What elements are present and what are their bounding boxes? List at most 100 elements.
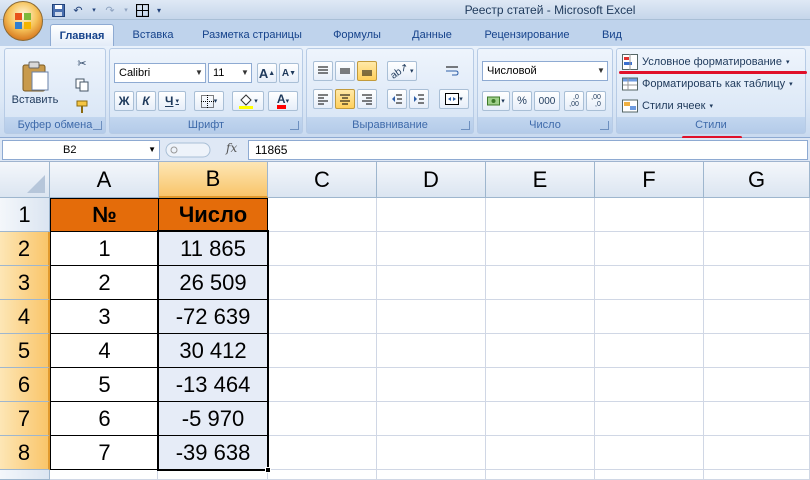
grow-font-button[interactable]: A ▲ [257,63,277,83]
cell-c8[interactable] [268,436,377,470]
cell-c5[interactable] [268,334,377,368]
column-header-a[interactable]: A [50,162,159,198]
cell-d7[interactable] [377,402,486,436]
cell-g7[interactable] [704,402,810,436]
cell-c9[interactable] [268,470,377,480]
column-header-g[interactable]: G [704,162,810,198]
cell-c7[interactable] [268,402,377,436]
cell-c3[interactable] [268,266,377,300]
cell-d3[interactable] [377,266,486,300]
font-size-select[interactable]: 11 ▼ [208,63,252,83]
cell-e9[interactable] [486,470,595,480]
cell-f6[interactable] [595,368,704,402]
cell-d6[interactable] [377,368,486,402]
cell-b8[interactable]: -39 638 [158,435,268,470]
cell-d5[interactable] [377,334,486,368]
row-header-5[interactable]: 5 [0,334,50,368]
format-as-table-button[interactable]: Форматировать как таблицу ▾ [622,74,793,94]
cell-a7[interactable]: 6 [50,401,159,436]
align-center-button[interactable] [335,89,355,109]
cell-a5[interactable]: 4 [50,333,159,368]
cell-d1[interactable] [377,198,486,232]
cell-b4[interactable]: -72 639 [158,299,268,334]
cell-b3[interactable]: 26 509 [158,265,268,300]
tab-page-layout[interactable]: Разметка страницы [192,24,312,46]
tab-insert[interactable]: Вставка [124,24,182,46]
align-left-button[interactable] [313,89,333,109]
cell-styles-button[interactable]: Стили ячеек ▾ [622,96,713,116]
column-header-f[interactable]: F [595,162,704,198]
tab-review[interactable]: Рецензирование [472,24,582,46]
row-header-1[interactable]: 1 [0,198,50,232]
cell-f8[interactable] [595,436,704,470]
borders-button[interactable]: ▾ [194,91,224,111]
row-header-6[interactable]: 6 [0,368,50,402]
number-launcher-icon[interactable] [600,121,609,130]
column-header-c[interactable]: C [268,162,377,198]
underline-button[interactable]: Ч ▾ [158,91,186,111]
font-color-button[interactable]: A ▾ [268,91,298,111]
cell-g9[interactable] [704,470,810,480]
cell-f1[interactable] [595,198,704,232]
italic-button[interactable]: К [136,91,156,111]
cell-f9[interactable] [595,470,704,480]
row-header-2[interactable]: 2 [0,232,50,266]
cell-d4[interactable] [377,300,486,334]
cell-a6[interactable]: 5 [50,367,159,402]
cell-g3[interactable] [704,266,810,300]
column-header-e[interactable]: E [486,162,595,198]
cell-d2[interactable] [377,232,486,266]
fill-handle[interactable] [265,467,271,473]
cell-c4[interactable] [268,300,377,334]
cell-a2[interactable]: 1 [50,231,159,266]
cell-c1[interactable] [268,198,377,232]
cell-e1[interactable] [486,198,595,232]
cell-e4[interactable] [486,300,595,334]
font-launcher-icon[interactable] [290,121,299,130]
percent-button[interactable]: % [512,91,532,111]
increase-decimal-button[interactable]: ,0 ,00 [564,91,584,111]
cell-f2[interactable] [595,232,704,266]
cell-a1[interactable]: № [50,198,159,232]
cell-c6[interactable] [268,368,377,402]
paste-button[interactable]: Вставить [9,53,61,113]
cell-e5[interactable] [486,334,595,368]
bold-button[interactable]: Ж [114,91,134,111]
column-header-b[interactable]: B [159,162,268,198]
cut-icon[interactable]: ✂ [71,53,93,73]
align-middle-button[interactable] [335,61,355,81]
copy-icon[interactable] [71,75,93,95]
alignment-launcher-icon[interactable] [461,121,470,130]
fill-color-button[interactable]: ▾ [232,91,264,111]
decrease-indent-button[interactable] [387,89,407,109]
office-button[interactable] [3,1,43,41]
cell-e6[interactable] [486,368,595,402]
cell-f3[interactable] [595,266,704,300]
tab-home[interactable]: Главная [50,24,114,46]
cell-a4[interactable]: 3 [50,299,159,334]
decrease-decimal-button[interactable]: ,00 ,0 [586,91,606,111]
cell-f4[interactable] [595,300,704,334]
row-header-9[interactable] [0,470,50,480]
number-format-select[interactable]: Числовой ▼ [482,61,608,81]
row-header-3[interactable]: 3 [0,266,50,300]
tab-view[interactable]: Вид [592,24,632,46]
cell-b2[interactable]: 11 865 [158,231,268,266]
row-header-7[interactable]: 7 [0,402,50,436]
cell-b7[interactable]: -5 970 [158,401,268,436]
tab-data[interactable]: Данные [402,24,462,46]
cell-a3[interactable]: 2 [50,265,159,300]
name-box[interactable]: B2 ▼ [2,140,160,160]
wrap-text-icon[interactable] [439,61,465,81]
select-all-button[interactable] [0,162,50,198]
shrink-font-button[interactable]: A ▼ [279,63,299,83]
cell-b5[interactable]: 30 412 [158,333,268,368]
column-header-d[interactable]: D [377,162,486,198]
format-painter-icon[interactable] [71,97,93,117]
cell-f5[interactable] [595,334,704,368]
cell-e2[interactable] [486,232,595,266]
cell-g5[interactable] [704,334,810,368]
currency-format-button[interactable]: ▾ [482,91,510,111]
cell-g4[interactable] [704,300,810,334]
cell-a9[interactable] [50,470,158,480]
